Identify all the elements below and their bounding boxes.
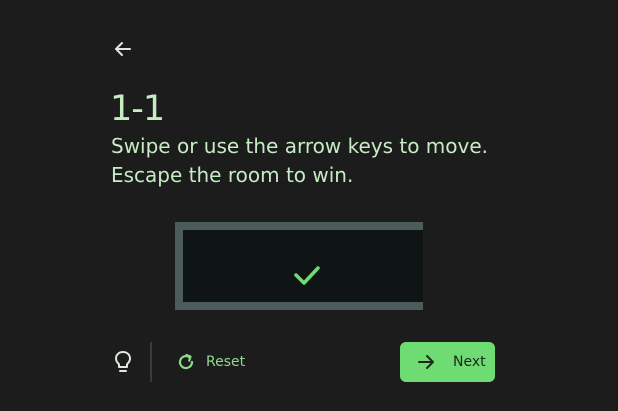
board-wall-top xyxy=(175,222,423,230)
next-icon-wrap xyxy=(416,352,436,372)
next-label: Next xyxy=(453,354,486,370)
back-button[interactable] xyxy=(111,37,135,61)
arrow-left-icon xyxy=(115,42,131,56)
reset-button[interactable]: Reset xyxy=(176,349,245,375)
toolbar-divider xyxy=(150,342,152,382)
refresh-icon xyxy=(178,353,194,370)
board-wall-left xyxy=(175,222,183,310)
level-title: 1-1 xyxy=(110,89,165,129)
check-icon xyxy=(294,266,320,285)
game-page: 1-1 Swipe or use the arrow keys to move.… xyxy=(0,0,618,411)
instruction-line: Swipe or use the arrow keys to move. xyxy=(111,134,489,158)
instruction-line: Escape the room to win. xyxy=(111,163,354,187)
lightbulb-icon xyxy=(115,351,131,372)
next-button[interactable]: Next xyxy=(400,342,495,382)
arrow-right-icon xyxy=(418,355,434,369)
board-floor xyxy=(183,230,423,302)
hint-button[interactable] xyxy=(111,349,135,375)
reset-label: Reset xyxy=(206,354,246,370)
game-board[interactable] xyxy=(175,222,423,310)
board-wall-bottom xyxy=(175,302,423,310)
instructions: Swipe or use the arrow keys to move. Esc… xyxy=(111,132,488,190)
